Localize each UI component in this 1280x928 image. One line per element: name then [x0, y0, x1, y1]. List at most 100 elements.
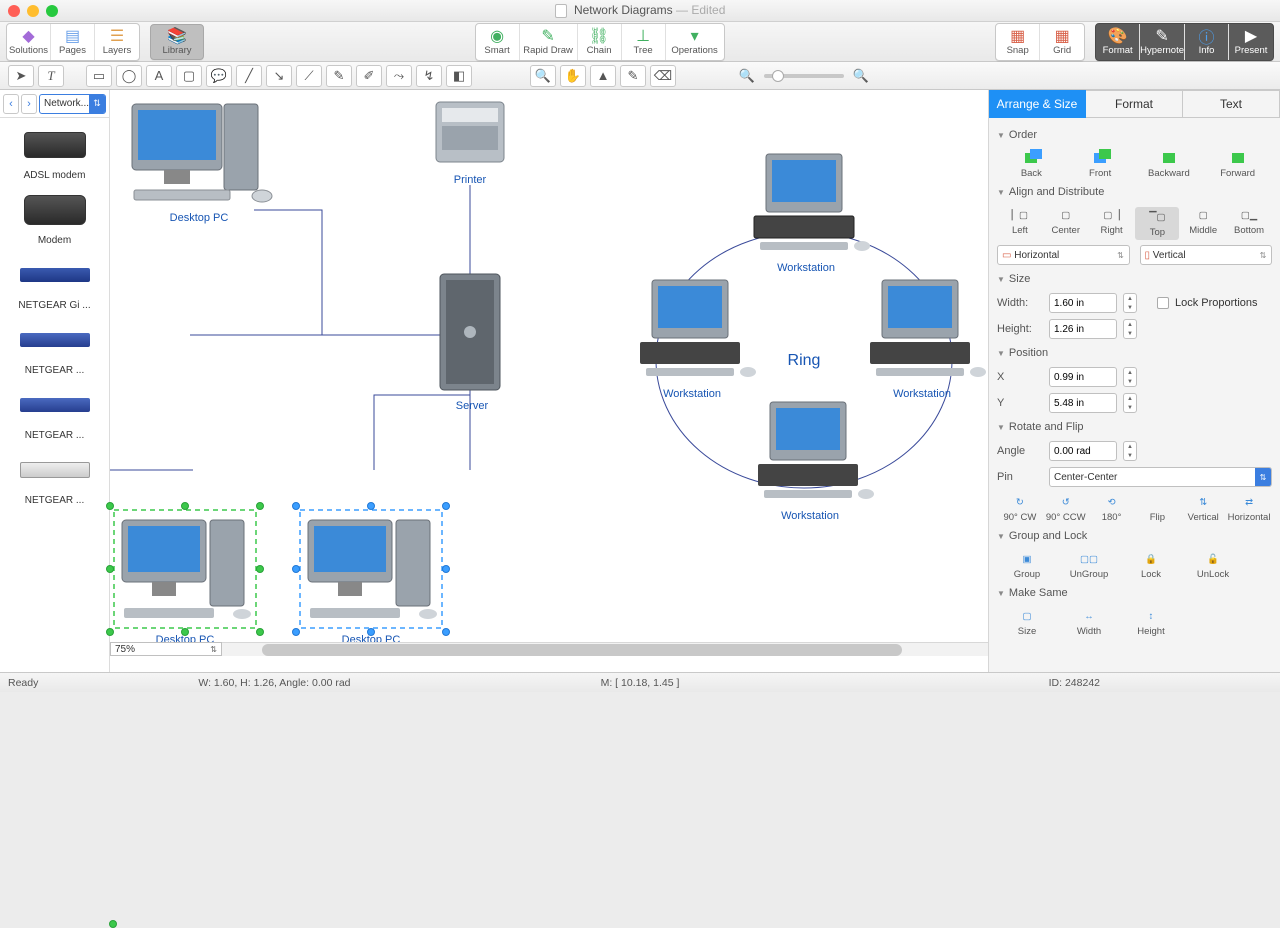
order-front[interactable]: Front	[1078, 150, 1122, 179]
tree-button[interactable]: ⊥Tree	[622, 24, 666, 60]
chain-button[interactable]: ⛓Chain	[578, 24, 622, 60]
rotate-90cw[interactable]: ↻90° CW	[998, 494, 1042, 523]
zoom-select[interactable]: 75%⇅	[110, 642, 222, 656]
section-order[interactable]: Order	[997, 124, 1272, 146]
hand-tool[interactable]: ✋	[560, 65, 586, 87]
minimize-window[interactable]	[27, 5, 39, 17]
text-block-tool[interactable]: ▢	[176, 65, 202, 87]
section-group[interactable]: Group and Lock	[997, 525, 1272, 547]
width-input[interactable]	[1049, 293, 1117, 313]
device-desktop-pc-1[interactable]: Desktop PC	[124, 100, 274, 224]
brush-tool[interactable]: ✐	[356, 65, 382, 87]
ungroup-button[interactable]: ▢▢UnGroup	[1067, 551, 1111, 580]
zoom-slider[interactable]	[764, 74, 844, 78]
connector-tool[interactable]: ⤳	[386, 65, 412, 87]
x-input[interactable]	[1049, 367, 1117, 387]
tab-text[interactable]: Text	[1183, 90, 1280, 118]
library-item-netgear-2[interactable]: NETGEAR ...	[0, 313, 109, 378]
library-next[interactable]: ›	[21, 94, 37, 114]
flip-vertical[interactable]: ⇅Vertical	[1181, 494, 1225, 523]
tab-format[interactable]: Format	[1086, 90, 1183, 118]
pencil-tool[interactable]: ✎	[326, 65, 352, 87]
angle-stepper[interactable]: ▲▼	[1123, 441, 1137, 461]
device-desktop-pc-3-selected[interactable]: Desktop PC	[296, 506, 446, 646]
width-stepper[interactable]: ▲▼	[1123, 293, 1137, 313]
order-back[interactable]: Back	[1009, 150, 1053, 179]
lock-button[interactable]: 🔒Lock	[1129, 551, 1173, 580]
pin-select[interactable]: Center-Center⇅	[1049, 467, 1272, 487]
present-button[interactable]: ▶Present	[1229, 24, 1273, 60]
align-bottom[interactable]: ▢▁Bottom	[1227, 207, 1271, 240]
tab-arrange-size[interactable]: Arrange & Size	[989, 90, 1086, 118]
angle-input[interactable]	[1049, 441, 1117, 461]
same-height[interactable]: ↕Height	[1129, 608, 1173, 637]
section-align[interactable]: Align and Distribute	[997, 181, 1272, 203]
library-item-netgear-gi[interactable]: NETGEAR Gi ...	[0, 248, 109, 313]
text-shape-tool[interactable]: A	[146, 65, 172, 87]
close-window[interactable]	[8, 5, 20, 17]
device-printer[interactable]: Printer	[430, 96, 510, 186]
unlock-button[interactable]: 🔓UnLock	[1191, 551, 1235, 580]
distribute-horizontal[interactable]: ▭ Horizontal⇅	[997, 245, 1130, 265]
info-button[interactable]: ⓘInfo	[1185, 24, 1229, 60]
select-tool[interactable]: ➤	[8, 65, 34, 87]
align-right[interactable]: ▢▕Right	[1090, 207, 1134, 240]
align-top[interactable]: ▔▢Top	[1135, 207, 1179, 240]
align-center[interactable]: ▢Center	[1044, 207, 1088, 240]
y-input[interactable]	[1049, 393, 1117, 413]
library-item-netgear-4[interactable]: NETGEAR ...	[0, 443, 109, 508]
device-desktop-pc-2-selected[interactable]: Desktop PC	[110, 506, 260, 646]
line-tool[interactable]: ╱	[236, 65, 262, 87]
ellipse-tool[interactable]: ◯	[116, 65, 142, 87]
height-input[interactable]	[1049, 319, 1117, 339]
rotate-180[interactable]: ⟲180°	[1090, 494, 1134, 523]
shape-tool[interactable]: ◧	[446, 65, 472, 87]
text-tool[interactable]: T	[38, 65, 64, 87]
lock-proportions-checkbox[interactable]	[1157, 297, 1169, 309]
rapid-draw-button[interactable]: ✎Rapid Draw	[520, 24, 578, 60]
zoom-tool[interactable]: 🔍	[530, 65, 556, 87]
smart-connector-tool[interactable]: ↯	[416, 65, 442, 87]
device-server[interactable]: Server	[432, 270, 512, 412]
rotate-90ccw[interactable]: ↺90° CCW	[1044, 494, 1088, 523]
flip-horizontal[interactable]: ⇄Horizontal	[1227, 494, 1271, 523]
library-item-modem[interactable]: Modem	[0, 183, 109, 248]
order-backward[interactable]: Backward	[1147, 150, 1191, 179]
y-stepper[interactable]: ▲▼	[1123, 393, 1137, 413]
operations-button[interactable]: ▾Operations	[666, 24, 724, 60]
format-button[interactable]: 🎨Format	[1096, 24, 1140, 60]
library-button[interactable]: 📚Library	[150, 24, 204, 60]
arc-tool[interactable]: ⟋	[296, 65, 322, 87]
solutions-button[interactable]: ◆Solutions	[7, 24, 51, 60]
same-size[interactable]: ▢Size	[1005, 608, 1049, 637]
same-width[interactable]: ↔Width	[1067, 608, 1111, 637]
fill-tool[interactable]: ▲	[590, 65, 616, 87]
section-rotate[interactable]: Rotate and Flip	[997, 416, 1272, 438]
distribute-vertical[interactable]: ▯ Vertical⇅	[1140, 245, 1273, 265]
eyedropper-tool[interactable]: ✎	[620, 65, 646, 87]
zoom-window[interactable]	[46, 5, 58, 17]
hypernote-button[interactable]: ✎Hypernote	[1140, 24, 1185, 60]
pages-button[interactable]: ▤Pages	[51, 24, 95, 60]
canvas[interactable]: Ring Desktop PC Printer Server	[110, 90, 988, 672]
horizontal-scrollbar[interactable]	[222, 642, 988, 656]
callout-tool[interactable]: 💬	[206, 65, 232, 87]
device-workstation-top[interactable]: Workstation	[736, 150, 876, 274]
device-workstation-bottom[interactable]: Workstation	[740, 398, 880, 522]
align-middle[interactable]: ▢Middle	[1181, 207, 1225, 240]
section-size[interactable]: Size	[997, 268, 1272, 290]
eraser-tool[interactable]: ⌫	[650, 65, 676, 87]
height-stepper[interactable]: ▲▼	[1123, 319, 1137, 339]
rectangle-tool[interactable]: ▭	[86, 65, 112, 87]
grid-button[interactable]: ▦Grid	[1040, 24, 1084, 60]
snap-button[interactable]: ▦Snap	[996, 24, 1040, 60]
device-workstation-left[interactable]: Workstation	[622, 276, 762, 400]
section-position[interactable]: Position	[997, 342, 1272, 364]
library-item-adsl-modem[interactable]: ADSL modem	[0, 118, 109, 183]
smart-button[interactable]: ◉Smart	[476, 24, 520, 60]
group-button[interactable]: ▣Group	[1005, 551, 1049, 580]
zoom-out[interactable]: 🔍	[734, 65, 760, 87]
align-left[interactable]: ▏▢Left	[998, 207, 1042, 240]
library-item-netgear-3[interactable]: NETGEAR ...	[0, 378, 109, 443]
arrow-tool[interactable]: ↘	[266, 65, 292, 87]
